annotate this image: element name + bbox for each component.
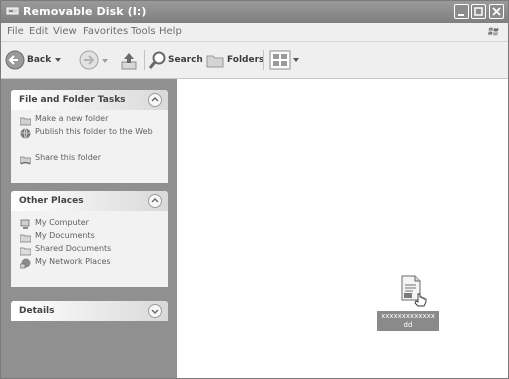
title-bar[interactable]: Removable Disk (I:): [1, 1, 508, 23]
minimize-button[interactable]: [454, 4, 469, 19]
panel-title: Details: [19, 306, 55, 316]
folders-icon: [206, 55, 224, 68]
share-folder-icon: [20, 156, 31, 165]
panel-header[interactable]: Other Places: [11, 191, 168, 211]
toolbar: Back Search Folders: [1, 42, 508, 79]
back-button[interactable]: Back: [5, 48, 63, 72]
task-label: Share this folder: [35, 153, 101, 162]
task-publish-folder[interactable]: Publish this folder to the Web: [11, 127, 168, 153]
panel-title: Other Places: [19, 196, 84, 206]
mouse-cursor-icon: [414, 293, 427, 307]
file-name-line: xxxxxxxxxxxxx: [381, 312, 435, 320]
task-label: Make a new folder: [35, 114, 109, 123]
toolbar-separator: [263, 50, 264, 70]
task-label: Publish this folder to the Web: [35, 127, 153, 136]
chevron-up-icon: [151, 97, 159, 102]
panel-body: My Computer My Documents Shared Document…: [11, 211, 168, 287]
menu-view[interactable]: View: [53, 26, 77, 37]
forward-button[interactable]: [79, 50, 109, 72]
file-folder-tasks-panel: File and Folder Tasks Make a new folder …: [11, 90, 168, 183]
window-title: Removable Disk (I:): [23, 5, 147, 18]
back-dropdown-icon: [55, 58, 61, 62]
place-my-network-places[interactable]: My Network Places: [11, 257, 168, 270]
file-list-area[interactable]: xxxxxxxxxxxxx dd: [177, 79, 508, 378]
menu-tools[interactable]: Tools: [131, 26, 156, 37]
search-label: Search: [168, 55, 203, 65]
folders-button[interactable]: Folders: [205, 48, 264, 72]
place-label: My Computer: [35, 218, 89, 227]
back-label: Back: [27, 55, 52, 65]
search-icon: [148, 51, 166, 69]
views-icon: [269, 50, 299, 70]
place-label: Shared Documents: [35, 244, 112, 253]
place-my-computer[interactable]: My Computer: [11, 218, 168, 231]
chevron-up-icon: [151, 198, 159, 203]
menu-edit[interactable]: Edit: [29, 26, 48, 37]
place-label: My Documents: [35, 231, 95, 240]
collapse-button[interactable]: [148, 93, 162, 107]
chevron-down-icon: [151, 309, 159, 314]
task-pane: File and Folder Tasks Make a new folder …: [1, 79, 177, 378]
task-make-new-folder[interactable]: Make a new folder: [11, 114, 168, 127]
close-button[interactable]: [489, 4, 504, 19]
other-places-panel: Other Places My Computer My Documents Sh…: [11, 191, 168, 287]
panel-title: File and Folder Tasks: [19, 95, 126, 105]
new-folder-icon: [20, 117, 31, 126]
task-share-folder[interactable]: Share this folder: [11, 153, 168, 166]
forward-dropdown-icon: [102, 59, 108, 63]
up-folder-icon: [121, 53, 137, 70]
folders-label: Folders: [227, 55, 265, 65]
menu-file[interactable]: File: [7, 26, 24, 37]
computer-icon: [20, 219, 30, 229]
windows-logo-icon: [488, 27, 499, 36]
panel-body: Make a new folder Publish this folder to…: [11, 110, 168, 183]
up-folder-button[interactable]: [119, 50, 141, 72]
expand-button[interactable]: [148, 304, 162, 318]
maximize-icon: [474, 7, 483, 16]
close-icon: [492, 7, 501, 16]
forward-arrow-icon: [79, 50, 99, 70]
search-button[interactable]: Search: [148, 48, 203, 72]
place-my-documents[interactable]: My Documents: [11, 231, 168, 244]
place-shared-documents[interactable]: Shared Documents: [11, 244, 168, 257]
explorer-window: Removable Disk (I:) File Edit View Favor…: [0, 0, 509, 379]
toolbar-separator: [144, 50, 145, 70]
documents-icon: [20, 234, 31, 243]
file-name-label: xxxxxxxxxxxxx dd: [377, 311, 439, 331]
place-label: My Network Places: [35, 257, 111, 266]
file-name-line: dd: [403, 321, 413, 329]
drive-icon: [6, 7, 19, 15]
maximize-button[interactable]: [471, 4, 486, 19]
menu-help[interactable]: Help: [159, 26, 182, 37]
back-arrow-icon: [5, 50, 25, 70]
globe-icon: [20, 128, 31, 139]
minimize-icon: [458, 14, 464, 16]
shared-folder-icon: [20, 247, 31, 256]
panel-header[interactable]: File and Folder Tasks: [11, 90, 168, 110]
details-panel: Details: [11, 301, 168, 321]
panel-header[interactable]: Details: [11, 301, 168, 321]
network-icon: [20, 258, 31, 269]
menu-bar: File Edit View Favorites Tools Help: [1, 23, 508, 42]
menu-favorites[interactable]: Favorites: [83, 26, 128, 37]
views-button[interactable]: [269, 50, 303, 72]
collapse-button[interactable]: [148, 194, 162, 208]
